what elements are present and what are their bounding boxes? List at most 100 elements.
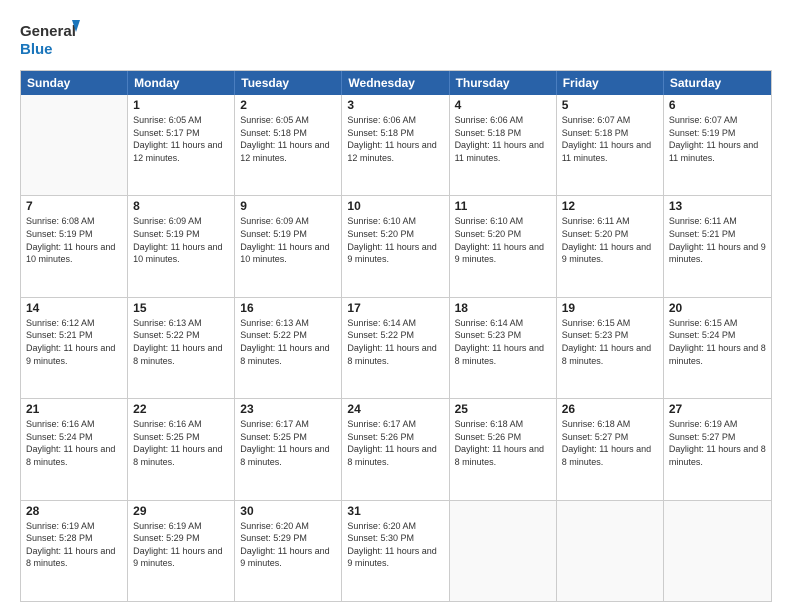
day-cell-26: 26 Sunrise: 6:18 AMSunset: 5:27 PMDaylig… bbox=[557, 399, 664, 499]
cell-info: Sunrise: 6:18 AMSunset: 5:26 PMDaylight:… bbox=[455, 418, 551, 468]
day-cell-1: 1 Sunrise: 6:05 AMSunset: 5:17 PMDayligh… bbox=[128, 95, 235, 195]
day-cell-9: 9 Sunrise: 6:09 AMSunset: 5:19 PMDayligh… bbox=[235, 196, 342, 296]
day-number: 29 bbox=[133, 504, 229, 518]
header: General Blue bbox=[20, 16, 772, 60]
cell-info: Sunrise: 6:19 AMSunset: 5:29 PMDaylight:… bbox=[133, 520, 229, 570]
day-cell-22: 22 Sunrise: 6:16 AMSunset: 5:25 PMDaylig… bbox=[128, 399, 235, 499]
day-cell-20: 20 Sunrise: 6:15 AMSunset: 5:24 PMDaylig… bbox=[664, 298, 771, 398]
day-number: 1 bbox=[133, 98, 229, 112]
day-number: 17 bbox=[347, 301, 443, 315]
empty-cell bbox=[664, 501, 771, 601]
day-cell-29: 29 Sunrise: 6:19 AMSunset: 5:29 PMDaylig… bbox=[128, 501, 235, 601]
cell-info: Sunrise: 6:19 AMSunset: 5:28 PMDaylight:… bbox=[26, 520, 122, 570]
cell-info: Sunrise: 6:08 AMSunset: 5:19 PMDaylight:… bbox=[26, 215, 122, 265]
day-cell-18: 18 Sunrise: 6:14 AMSunset: 5:23 PMDaylig… bbox=[450, 298, 557, 398]
cell-info: Sunrise: 6:17 AMSunset: 5:26 PMDaylight:… bbox=[347, 418, 443, 468]
logo-svg: General Blue bbox=[20, 16, 80, 60]
day-cell-27: 27 Sunrise: 6:19 AMSunset: 5:27 PMDaylig… bbox=[664, 399, 771, 499]
calendar-row-0: 1 Sunrise: 6:05 AMSunset: 5:17 PMDayligh… bbox=[21, 95, 771, 196]
day-cell-7: 7 Sunrise: 6:08 AMSunset: 5:19 PMDayligh… bbox=[21, 196, 128, 296]
day-number: 19 bbox=[562, 301, 658, 315]
page: General Blue SundayMondayTuesdayWednesda… bbox=[0, 0, 792, 612]
calendar-row-2: 14 Sunrise: 6:12 AMSunset: 5:21 PMDaylig… bbox=[21, 298, 771, 399]
day-cell-4: 4 Sunrise: 6:06 AMSunset: 5:18 PMDayligh… bbox=[450, 95, 557, 195]
cell-info: Sunrise: 6:14 AMSunset: 5:22 PMDaylight:… bbox=[347, 317, 443, 367]
day-cell-11: 11 Sunrise: 6:10 AMSunset: 5:20 PMDaylig… bbox=[450, 196, 557, 296]
calendar-header-row: SundayMondayTuesdayWednesdayThursdayFrid… bbox=[21, 71, 771, 95]
day-cell-13: 13 Sunrise: 6:11 AMSunset: 5:21 PMDaylig… bbox=[664, 196, 771, 296]
logo: General Blue bbox=[20, 16, 80, 60]
calendar-row-3: 21 Sunrise: 6:16 AMSunset: 5:24 PMDaylig… bbox=[21, 399, 771, 500]
day-cell-19: 19 Sunrise: 6:15 AMSunset: 5:23 PMDaylig… bbox=[557, 298, 664, 398]
cell-info: Sunrise: 6:13 AMSunset: 5:22 PMDaylight:… bbox=[240, 317, 336, 367]
day-number: 18 bbox=[455, 301, 551, 315]
day-cell-17: 17 Sunrise: 6:14 AMSunset: 5:22 PMDaylig… bbox=[342, 298, 449, 398]
cell-info: Sunrise: 6:06 AMSunset: 5:18 PMDaylight:… bbox=[347, 114, 443, 164]
day-cell-23: 23 Sunrise: 6:17 AMSunset: 5:25 PMDaylig… bbox=[235, 399, 342, 499]
cell-info: Sunrise: 6:10 AMSunset: 5:20 PMDaylight:… bbox=[455, 215, 551, 265]
cell-info: Sunrise: 6:05 AMSunset: 5:18 PMDaylight:… bbox=[240, 114, 336, 164]
cell-info: Sunrise: 6:16 AMSunset: 5:24 PMDaylight:… bbox=[26, 418, 122, 468]
day-number: 9 bbox=[240, 199, 336, 213]
day-cell-14: 14 Sunrise: 6:12 AMSunset: 5:21 PMDaylig… bbox=[21, 298, 128, 398]
cell-info: Sunrise: 6:19 AMSunset: 5:27 PMDaylight:… bbox=[669, 418, 766, 468]
day-number: 3 bbox=[347, 98, 443, 112]
empty-cell bbox=[450, 501, 557, 601]
day-cell-31: 31 Sunrise: 6:20 AMSunset: 5:30 PMDaylig… bbox=[342, 501, 449, 601]
calendar-row-1: 7 Sunrise: 6:08 AMSunset: 5:19 PMDayligh… bbox=[21, 196, 771, 297]
header-day-sunday: Sunday bbox=[21, 71, 128, 95]
cell-info: Sunrise: 6:09 AMSunset: 5:19 PMDaylight:… bbox=[240, 215, 336, 265]
day-number: 24 bbox=[347, 402, 443, 416]
cell-info: Sunrise: 6:15 AMSunset: 5:23 PMDaylight:… bbox=[562, 317, 658, 367]
day-number: 15 bbox=[133, 301, 229, 315]
cell-info: Sunrise: 6:06 AMSunset: 5:18 PMDaylight:… bbox=[455, 114, 551, 164]
day-number: 13 bbox=[669, 199, 766, 213]
svg-text:General: General bbox=[20, 23, 76, 40]
day-number: 4 bbox=[455, 98, 551, 112]
day-number: 8 bbox=[133, 199, 229, 213]
svg-text:Blue: Blue bbox=[20, 41, 53, 58]
header-day-saturday: Saturday bbox=[664, 71, 771, 95]
day-cell-30: 30 Sunrise: 6:20 AMSunset: 5:29 PMDaylig… bbox=[235, 501, 342, 601]
day-cell-6: 6 Sunrise: 6:07 AMSunset: 5:19 PMDayligh… bbox=[664, 95, 771, 195]
calendar-row-4: 28 Sunrise: 6:19 AMSunset: 5:28 PMDaylig… bbox=[21, 501, 771, 601]
cell-info: Sunrise: 6:20 AMSunset: 5:29 PMDaylight:… bbox=[240, 520, 336, 570]
cell-info: Sunrise: 6:10 AMSunset: 5:20 PMDaylight:… bbox=[347, 215, 443, 265]
day-cell-24: 24 Sunrise: 6:17 AMSunset: 5:26 PMDaylig… bbox=[342, 399, 449, 499]
cell-info: Sunrise: 6:14 AMSunset: 5:23 PMDaylight:… bbox=[455, 317, 551, 367]
day-number: 28 bbox=[26, 504, 122, 518]
day-cell-3: 3 Sunrise: 6:06 AMSunset: 5:18 PMDayligh… bbox=[342, 95, 449, 195]
cell-info: Sunrise: 6:17 AMSunset: 5:25 PMDaylight:… bbox=[240, 418, 336, 468]
day-cell-15: 15 Sunrise: 6:13 AMSunset: 5:22 PMDaylig… bbox=[128, 298, 235, 398]
day-number: 26 bbox=[562, 402, 658, 416]
day-cell-5: 5 Sunrise: 6:07 AMSunset: 5:18 PMDayligh… bbox=[557, 95, 664, 195]
cell-info: Sunrise: 6:11 AMSunset: 5:21 PMDaylight:… bbox=[669, 215, 766, 265]
day-number: 20 bbox=[669, 301, 766, 315]
cell-info: Sunrise: 6:09 AMSunset: 5:19 PMDaylight:… bbox=[133, 215, 229, 265]
cell-info: Sunrise: 6:18 AMSunset: 5:27 PMDaylight:… bbox=[562, 418, 658, 468]
day-number: 21 bbox=[26, 402, 122, 416]
day-cell-10: 10 Sunrise: 6:10 AMSunset: 5:20 PMDaylig… bbox=[342, 196, 449, 296]
day-cell-25: 25 Sunrise: 6:18 AMSunset: 5:26 PMDaylig… bbox=[450, 399, 557, 499]
day-number: 6 bbox=[669, 98, 766, 112]
day-number: 12 bbox=[562, 199, 658, 213]
header-day-friday: Friday bbox=[557, 71, 664, 95]
day-cell-2: 2 Sunrise: 6:05 AMSunset: 5:18 PMDayligh… bbox=[235, 95, 342, 195]
calendar-body: 1 Sunrise: 6:05 AMSunset: 5:17 PMDayligh… bbox=[21, 95, 771, 601]
day-cell-12: 12 Sunrise: 6:11 AMSunset: 5:20 PMDaylig… bbox=[557, 196, 664, 296]
cell-info: Sunrise: 6:16 AMSunset: 5:25 PMDaylight:… bbox=[133, 418, 229, 468]
cell-info: Sunrise: 6:12 AMSunset: 5:21 PMDaylight:… bbox=[26, 317, 122, 367]
day-number: 23 bbox=[240, 402, 336, 416]
header-day-wednesday: Wednesday bbox=[342, 71, 449, 95]
header-day-tuesday: Tuesday bbox=[235, 71, 342, 95]
empty-cell bbox=[557, 501, 664, 601]
cell-info: Sunrise: 6:11 AMSunset: 5:20 PMDaylight:… bbox=[562, 215, 658, 265]
day-number: 27 bbox=[669, 402, 766, 416]
day-number: 7 bbox=[26, 199, 122, 213]
cell-info: Sunrise: 6:05 AMSunset: 5:17 PMDaylight:… bbox=[133, 114, 229, 164]
calendar: SundayMondayTuesdayWednesdayThursdayFrid… bbox=[20, 70, 772, 602]
day-number: 22 bbox=[133, 402, 229, 416]
day-cell-8: 8 Sunrise: 6:09 AMSunset: 5:19 PMDayligh… bbox=[128, 196, 235, 296]
header-day-monday: Monday bbox=[128, 71, 235, 95]
day-number: 16 bbox=[240, 301, 336, 315]
